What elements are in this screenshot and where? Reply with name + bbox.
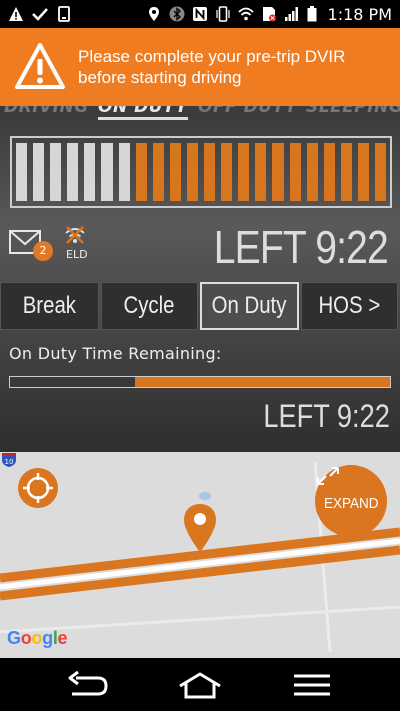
google-logo-letter: o [31, 628, 43, 648]
interstate-shield-icon: 10 [2, 453, 16, 467]
time-segment-used [101, 143, 113, 201]
time-segment-remaining [221, 143, 233, 201]
time-segment-remaining [169, 143, 181, 201]
time-segment-used [67, 143, 79, 201]
on-duty-time-left: LEFT 9:22 [263, 398, 390, 434]
menu-icon[interactable] [288, 670, 336, 700]
time-left-main: LEFT 9:22 [213, 221, 389, 273]
time-segment-remaining [289, 143, 301, 201]
time-segment-remaining [323, 143, 335, 201]
google-logo-letter: g [42, 628, 53, 648]
navigation-bar [0, 658, 400, 711]
on-duty-progress-fill [135, 377, 390, 387]
time-segment-remaining [135, 143, 147, 201]
hos-panel: DRIVING ON DUTY OFF DUTY SLEEPING 2 ELD … [0, 106, 400, 452]
time-segment-used [16, 143, 28, 201]
clock: 1:18 PM [327, 4, 392, 24]
warning-icon [9, 7, 23, 21]
time-segment-used [118, 143, 130, 201]
location-pin-icon [184, 504, 216, 552]
recenter-button[interactable] [18, 468, 58, 508]
time-segment-used [50, 143, 62, 201]
time-segment-used [33, 143, 45, 201]
time-segment-used [84, 143, 96, 201]
duty-status-tabs: DRIVING ON DUTY OFF DUTY SLEEPING [0, 106, 400, 126]
time-segment-remaining [152, 143, 164, 201]
on-duty-remaining-label: On Duty Time Remaining: [9, 344, 222, 363]
wifi-icon [237, 7, 254, 21]
check-icon [32, 8, 48, 21]
google-logo-letter: G [7, 628, 21, 648]
system-status-bar: 1:18 PM [0, 0, 400, 28]
status-tab-sleeping[interactable]: SLEEPING [306, 106, 400, 117]
sim-icon [262, 7, 276, 22]
eld-label: ELD [66, 248, 88, 261]
time-segment-bar [10, 136, 392, 208]
back-icon[interactable] [64, 670, 112, 700]
google-logo: Google [7, 628, 68, 649]
status-tab-on-duty[interactable]: ON DUTY [98, 106, 188, 120]
signal-icon [284, 7, 298, 21]
on-duty-progress-bar [9, 376, 391, 388]
time-segment-remaining [340, 143, 352, 201]
tab-hos-label: HOS > [318, 292, 381, 319]
google-logo-letter: o [20, 628, 32, 648]
time-segment-remaining [255, 143, 267, 201]
tab-on-duty[interactable]: On Duty [200, 282, 299, 330]
tab-cycle-label: Cycle [123, 292, 175, 319]
eld-disconnected-icon[interactable] [63, 224, 87, 246]
clock-tabs: Break Cycle On Duty HOS > [0, 282, 400, 330]
expand-label: EXPAND [323, 494, 379, 512]
crosshair-icon [23, 473, 53, 503]
tab-on-duty-label: On Duty [212, 292, 287, 319]
warning-icon [15, 43, 65, 89]
tab-break-label: Break [22, 292, 77, 319]
message-count-badge: 2 [33, 241, 53, 261]
tab-break[interactable]: Break [0, 282, 99, 330]
time-segment-remaining [238, 143, 250, 201]
location-icon [148, 7, 159, 21]
tab-hos[interactable]: HOS > [301, 282, 398, 330]
nfc-icon [192, 7, 207, 21]
alert-message: Please complete your pre-trip DVIR befor… [78, 47, 346, 87]
phone-icon [58, 6, 70, 22]
map-view[interactable]: EXPAND 10 Google [0, 452, 400, 658]
bluetooth-icon [169, 6, 185, 22]
time-segment-remaining [374, 143, 387, 201]
vibrate-icon [215, 6, 230, 22]
home-icon[interactable] [176, 670, 224, 700]
google-logo-letter: e [57, 628, 68, 648]
time-segment-remaining [357, 143, 369, 201]
interstate-number: 10 [5, 458, 14, 466]
tab-cycle[interactable]: Cycle [101, 282, 198, 330]
time-segment-remaining [272, 143, 284, 201]
time-segment-remaining [204, 143, 216, 201]
expand-icon [317, 467, 339, 485]
expand-map-button[interactable]: EXPAND [315, 465, 387, 537]
dvir-alert-banner[interactable]: Please complete your pre-trip DVIR befor… [0, 28, 400, 106]
battery-icon [307, 6, 317, 22]
status-tab-off-duty[interactable]: OFF DUTY [198, 106, 297, 117]
status-tab-driving[interactable]: DRIVING [4, 106, 89, 117]
time-segment-remaining [306, 143, 318, 201]
time-segment-remaining [186, 143, 199, 201]
